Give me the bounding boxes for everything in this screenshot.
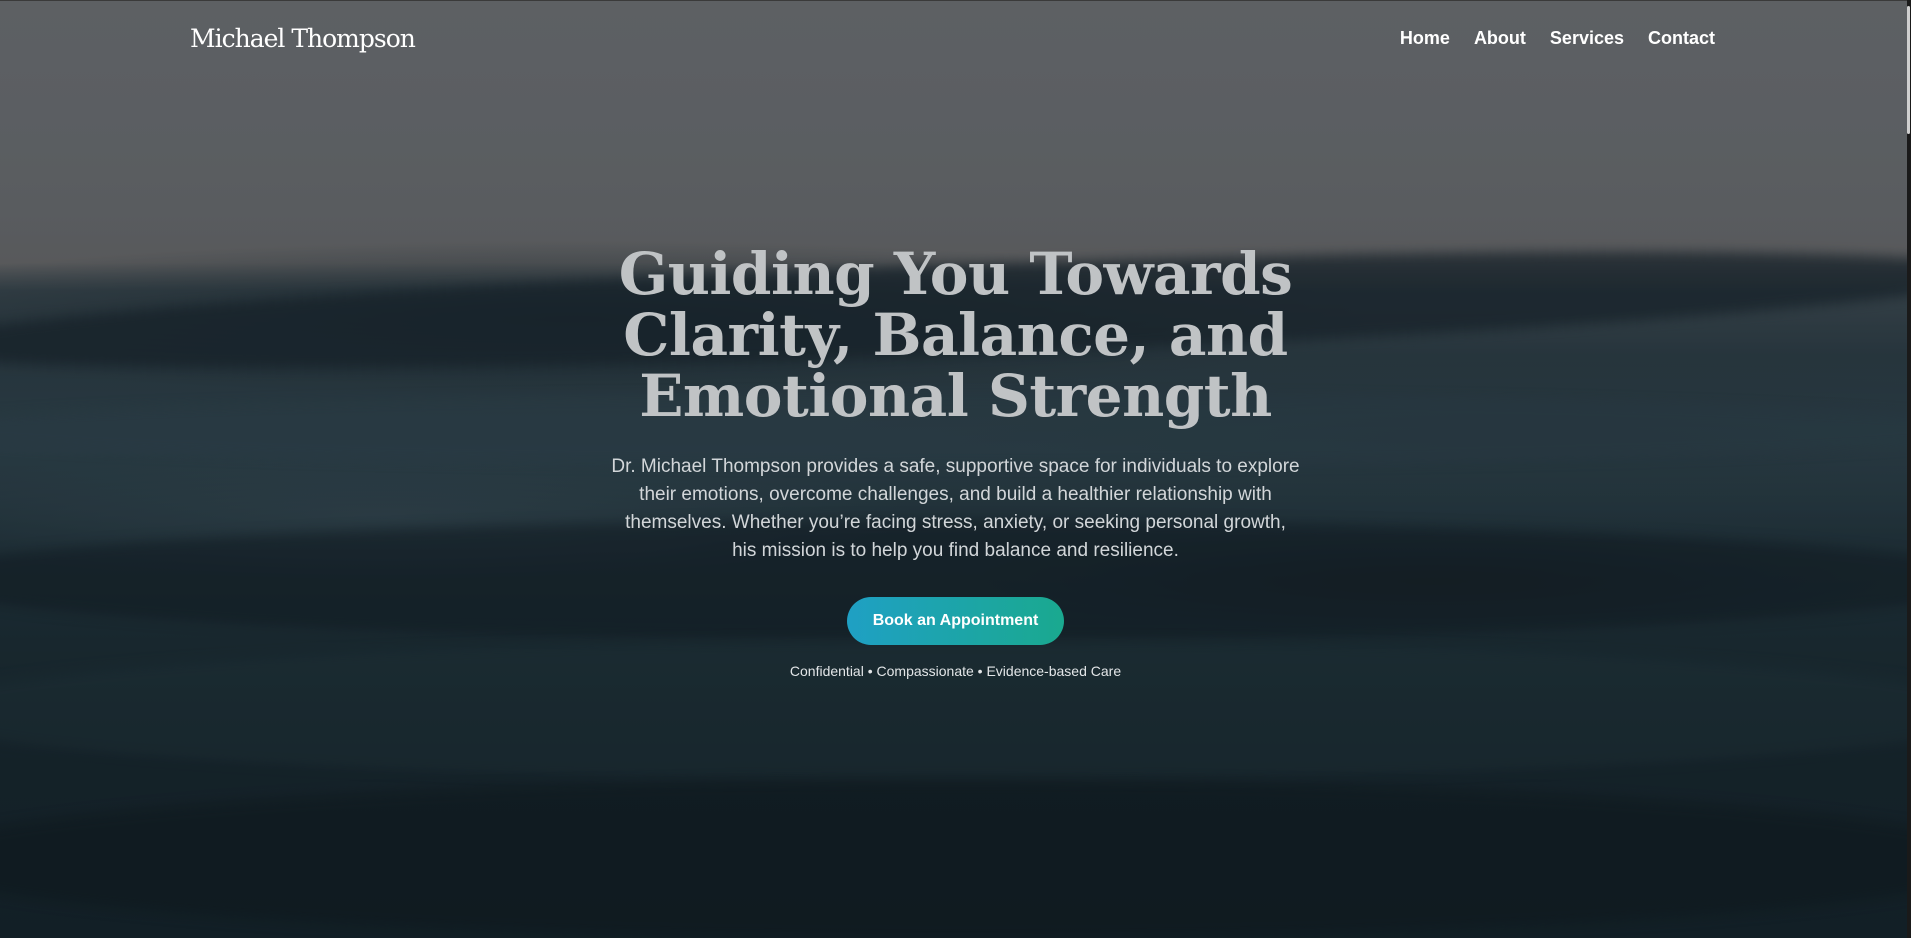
- nav-link-about[interactable]: About: [1474, 28, 1526, 49]
- book-appointment-button[interactable]: Book an Appointment: [846, 597, 1065, 645]
- nav-link-home[interactable]: Home: [1400, 28, 1450, 49]
- hero-section: Michael Thompson Home About Services Con…: [0, 0, 1911, 938]
- nav-menu: Home About Services Contact: [1400, 28, 1715, 49]
- hero-tagline: Confidential • Compassionate • Evidence-…: [789, 663, 1122, 679]
- scrollbar-track[interactable]: [1907, 0, 1911, 938]
- top-navigation: Michael Thompson Home About Services Con…: [190, 18, 1715, 58]
- hero-content: Guiding You Towards Clarity, Balance, an…: [0, 240, 1911, 680]
- nav-link-services[interactable]: Services: [1550, 28, 1624, 49]
- site-brand[interactable]: Michael Thompson: [190, 24, 416, 53]
- window-top-border: [0, 0, 1911, 1]
- hero-description: Dr. Michael Thompson provides a safe, su…: [611, 456, 1300, 561]
- hero-headline: Guiding You Towards Clarity, Balance, an…: [618, 240, 1293, 430]
- scrollbar-thumb[interactable]: [1907, 6, 1910, 134]
- nav-link-contact[interactable]: Contact: [1648, 28, 1715, 49]
